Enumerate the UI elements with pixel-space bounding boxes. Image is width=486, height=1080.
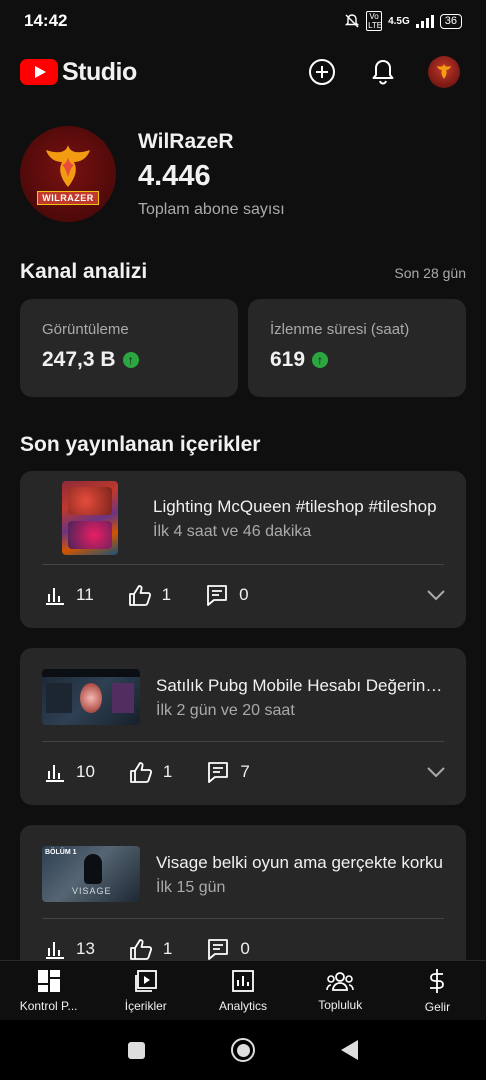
video-period: İlk 2 gün ve 20 saat xyxy=(156,702,295,719)
views-icon xyxy=(46,588,64,605)
likes-count: 1 xyxy=(161,585,172,604)
logo-text: Studio xyxy=(62,57,137,86)
channel-name: WilRazeR xyxy=(138,129,234,153)
content-icon xyxy=(134,969,157,992)
home-icon[interactable] xyxy=(231,1038,255,1062)
comments-count: 0 xyxy=(240,939,250,958)
community-icon xyxy=(326,971,355,991)
divider xyxy=(42,741,444,742)
notifications-button[interactable] xyxy=(361,50,405,94)
channel-info: WilRazeR 4.446 Toplam abone sayısı xyxy=(138,130,285,219)
nav-label: Kontrol P... xyxy=(19,998,78,1013)
views-value: 247,3 B xyxy=(42,348,116,371)
trend-up-icon: ↑ xyxy=(122,352,139,368)
add-circle-icon xyxy=(309,59,335,85)
views-card[interactable]: Görüntüleme 247,3 B ↑ xyxy=(20,299,238,397)
thumbnail-badge: BÖLÜM 1 xyxy=(45,849,77,856)
video-thumbnail[interactable]: BÖLÜM 1 VISAGE xyxy=(42,846,140,902)
video-stats: 11 1 0 xyxy=(44,577,446,613)
nav-analytics[interactable]: Analytics xyxy=(194,961,291,1020)
nav-dashboard[interactable]: Kontrol P... xyxy=(0,961,97,1020)
nav-label: Analytics xyxy=(218,998,268,1013)
thumbnail-text: VISAGE xyxy=(72,886,112,896)
nav-label: Topluluk xyxy=(318,997,363,1012)
subscriber-label: Toplam abone sayısı xyxy=(138,200,285,218)
video-title: Visage belki oyun ama gerçekte korku xyxy=(156,853,443,872)
comment-icon xyxy=(208,939,229,960)
nav-label: Gelir xyxy=(424,999,451,1014)
comment-icon xyxy=(208,762,229,783)
status-icons: Vo LTE 4.5G 36 xyxy=(344,11,462,31)
nav-content[interactable]: İçerikler xyxy=(97,961,194,1020)
divider xyxy=(42,918,444,919)
watch-time-card[interactable]: İzlenme süresi (saat) 619 ↑ xyxy=(248,299,466,397)
divider xyxy=(42,564,444,565)
analytics-period: Son 28 gün xyxy=(394,265,466,281)
system-navigation-bar xyxy=(0,1020,486,1080)
dashboard-icon xyxy=(37,969,60,992)
battery-indicator: 36 xyxy=(439,13,462,29)
status-time: 14:42 xyxy=(24,11,68,30)
video-period: İlk 15 gün xyxy=(156,879,226,896)
video-thumbnail[interactable] xyxy=(42,669,140,725)
video-stats: 10 1 7 xyxy=(44,754,446,790)
views-count: 13 xyxy=(76,939,95,958)
recents-icon[interactable] xyxy=(128,1041,145,1059)
like-icon xyxy=(128,585,151,606)
comment-icon xyxy=(207,585,228,606)
back-icon[interactable] xyxy=(341,1040,358,1060)
subscriber-count: 4.446 xyxy=(138,159,211,192)
bell-icon xyxy=(372,60,394,85)
channel-avatar[interactable]: WILRAZER xyxy=(20,126,116,222)
channel-summary: WILRAZER WilRazeR 4.446 Toplam abone say… xyxy=(20,126,285,222)
mute-notification-icon xyxy=(344,14,360,28)
app-header: Studio xyxy=(0,44,486,100)
video-card[interactable]: Lighting McQueen #tileshop #tileshop İlk… xyxy=(20,471,466,628)
youtube-play-icon xyxy=(20,59,58,85)
signal-icon xyxy=(415,14,434,28)
recent-content-title: Son yayınlanan içerikler xyxy=(20,433,261,456)
views-count: 10 xyxy=(76,762,95,781)
watch-time-label: İzlenme süresi (saat) xyxy=(270,321,410,338)
bottom-navigation: Kontrol P... İçerikler Analytics Toplulu… xyxy=(0,960,486,1020)
channel-analytics-title: Kanal analizi xyxy=(20,260,148,283)
comments-count: 7 xyxy=(240,762,250,781)
views-label: Görüntüleme xyxy=(42,321,129,338)
like-icon xyxy=(130,939,152,960)
phoenix-icon xyxy=(46,145,90,187)
chevron-down-icon[interactable] xyxy=(426,766,446,778)
nav-label: İçerikler xyxy=(124,998,167,1013)
phoenix-icon xyxy=(437,64,451,79)
account-button[interactable] xyxy=(422,50,466,94)
views-icon xyxy=(46,942,64,959)
youtube-studio-logo[interactable]: Studio xyxy=(20,58,283,87)
video-card[interactable]: BÖLÜM 1 VISAGE Visage belki oyun ama ger… xyxy=(20,825,466,965)
comments-count: 0 xyxy=(239,585,249,604)
views-count: 11 xyxy=(76,585,94,604)
video-title: Lighting McQueen #tileshop #tileshop xyxy=(153,497,437,516)
video-period: İlk 4 saat ve 46 dakika xyxy=(153,523,312,540)
watch-time-value: 619 xyxy=(270,348,306,371)
video-card[interactable]: Satılık Pubg Mobile Hesabı Değerini Öğre… xyxy=(20,648,466,805)
nav-earn[interactable]: Gelir xyxy=(389,961,486,1020)
volte-indicator: Vo LTE xyxy=(366,11,383,31)
nav-community[interactable]: Topluluk xyxy=(292,961,389,1020)
network-type: 4.5G xyxy=(388,15,410,27)
video-title: Satılık Pubg Mobile Hesabı Değerini Öğre… xyxy=(156,676,444,695)
views-icon xyxy=(46,765,64,782)
channel-avatar-brand: WILRAZER xyxy=(37,191,99,205)
avatar xyxy=(428,56,460,88)
earn-icon xyxy=(430,968,445,993)
trend-up-icon: ↑ xyxy=(312,352,329,368)
likes-count: 1 xyxy=(162,939,173,958)
likes-count: 1 xyxy=(162,762,173,781)
analytics-icon xyxy=(232,969,254,992)
video-thumbnail[interactable] xyxy=(62,481,118,555)
chevron-down-icon[interactable] xyxy=(426,589,446,601)
like-icon xyxy=(130,762,152,783)
status-bar: 14:42 Vo LTE 4.5G 36 xyxy=(0,0,486,42)
create-button[interactable] xyxy=(300,50,344,94)
